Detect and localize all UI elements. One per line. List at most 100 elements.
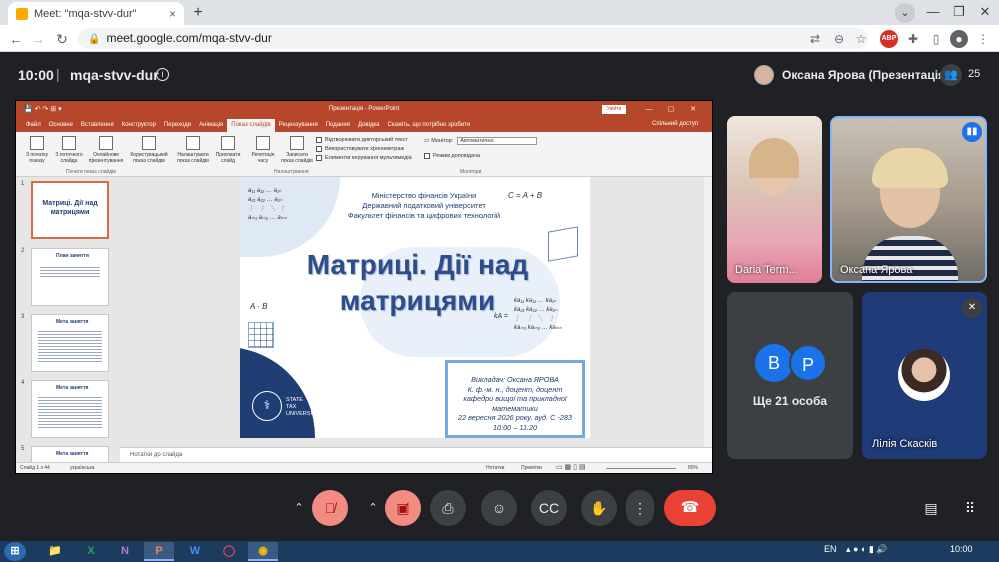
more-participants-tile[interactable]: В Р Ще 21 особа xyxy=(727,292,853,459)
thumb-lines xyxy=(40,265,100,279)
ribbon-from-beginning[interactable]: З початку показу xyxy=(20,136,54,172)
opera-icon[interactable]: ◯ xyxy=(214,542,244,561)
bookmark-star-icon[interactable]: ☆ xyxy=(852,30,870,48)
word-icon[interactable]: W xyxy=(180,542,210,561)
status-comments-button[interactable]: Примітки xyxy=(521,463,542,473)
chat-icon[interactable]: ▤ xyxy=(913,490,949,526)
ppt-maximize-icon[interactable]: ▢ xyxy=(664,104,678,115)
ppt-close-icon[interactable]: ✕ xyxy=(686,104,700,115)
video-options-chevron-icon[interactable]: ⌃ xyxy=(362,490,384,526)
ribbon-hide-slide[interactable]: Приховати слайд xyxy=(214,136,242,172)
menu-insert[interactable]: Вставлення xyxy=(77,119,118,132)
ribbon-from-current[interactable]: З поточного слайда xyxy=(52,136,86,172)
menu-animation[interactable]: Анімація xyxy=(195,119,227,132)
camera-off-button[interactable]: ▣̸ xyxy=(385,490,421,526)
profile-avatar-icon[interactable]: ● xyxy=(950,30,968,48)
new-tab-button[interactable]: + xyxy=(188,3,208,23)
back-arrow-icon[interactable]: ← xyxy=(6,29,26,49)
lecturer-line: К. ф.-м. н., доцент, доцент xyxy=(467,384,563,394)
chrome-menu-icon[interactable]: ⋮ xyxy=(974,30,992,48)
thumb-number: 2 xyxy=(21,248,25,254)
side-panel-icon[interactable]: ▯ xyxy=(927,30,945,48)
university-logo-emblem: ⚕ xyxy=(252,391,282,421)
leave-call-button[interactable]: ☎ xyxy=(664,490,716,526)
start-button-icon[interactable]: ⊞ xyxy=(4,542,26,561)
ppt-sign-in-button[interactable]: Увійти xyxy=(602,105,626,114)
tab-close-icon[interactable]: × xyxy=(169,7,176,21)
ribbon-setup-show[interactable]: Налаштувати показ слайдів xyxy=(174,136,212,172)
excel-icon[interactable]: X xyxy=(76,542,106,561)
menu-review[interactable]: Рецензування xyxy=(275,119,322,132)
browser-tab[interactable]: Meet: "mqa-stvv-dur" × xyxy=(8,2,184,25)
meeting-info-icon[interactable]: i xyxy=(156,68,169,81)
status-slide-count: Слайд 1 з 44 xyxy=(20,465,50,471)
zoom-slider[interactable] xyxy=(606,468,676,469)
ribbon-custom-show[interactable]: Користувацький показ слайдів xyxy=(128,136,170,172)
ribbon-group-monitors: Монітори xyxy=(460,169,482,175)
forward-arrow-icon[interactable]: → xyxy=(28,29,48,49)
tab-search-chevron-icon[interactable]: ⌄ xyxy=(895,3,915,23)
reload-icon[interactable]: ↻ xyxy=(52,29,72,49)
check-media-controls[interactable]: Елементи керування мультимедіа xyxy=(316,153,412,162)
canvas-scrollbar[interactable] xyxy=(704,177,712,447)
monitor-dropdown[interactable]: Автоматично xyxy=(457,137,538,145)
view-buttons-icon[interactable]: ▭ ▦ ▯ ▤ xyxy=(556,463,586,473)
onenote-icon[interactable]: N xyxy=(110,542,140,561)
activities-grid-icon[interactable]: ⠿ xyxy=(952,490,988,526)
language-indicator[interactable]: EN xyxy=(824,544,837,554)
ribbon-record-show[interactable]: Записати показ слайдів xyxy=(280,136,314,172)
taskbar-clock[interactable]: 10:00 xyxy=(950,544,973,554)
menu-file[interactable]: Файл xyxy=(22,119,45,132)
presenter-chip[interactable]: Оксана Ярова (Презентація) xyxy=(754,64,949,86)
zoom-icon[interactable]: ⊖ xyxy=(830,30,848,48)
maximize-button[interactable]: ❐ xyxy=(946,2,972,22)
chrome-icon[interactable]: ◉ xyxy=(248,542,278,561)
slide-thumbnail[interactable]: Мета заняття xyxy=(31,314,109,372)
status-language[interactable]: українська xyxy=(70,463,95,473)
tray-icons[interactable]: ▴ ● ◐ ▮ 🔊 xyxy=(846,544,888,555)
people-icon[interactable]: 👥 xyxy=(940,64,962,86)
menu-tell-me[interactable]: Скажіть, що потрібно зробити xyxy=(384,119,475,132)
slide-thumbnail[interactable]: Мета заняття xyxy=(31,446,109,462)
explorer-icon[interactable]: 📁 xyxy=(40,542,70,561)
captions-button[interactable]: CC xyxy=(531,490,567,526)
ppt-minimize-icon[interactable]: — xyxy=(642,104,656,115)
participant-tile-speaking[interactable]: ▮▮ Оксана Ярова xyxy=(830,116,987,283)
menu-slideshow[interactable]: Показ слайдів xyxy=(227,119,275,132)
reactions-button[interactable]: ☺ xyxy=(481,490,517,526)
present-screen-button[interactable]: ⎙ xyxy=(430,490,466,526)
menu-help[interactable]: Довідка xyxy=(354,119,384,132)
ppt-quick-access-icons[interactable]: 💾 ↶ ↷ ⊞ ▾ xyxy=(24,105,62,113)
address-bar[interactable]: 🔒 meet.google.com/mqa-stvv-dur xyxy=(78,28,868,49)
minimize-button[interactable]: — xyxy=(920,2,946,22)
extensions-puzzle-icon[interactable]: ✚ xyxy=(904,30,922,48)
more-options-button[interactable]: ⋮ xyxy=(626,490,654,526)
check-narration[interactable]: Відтворювати дикторський текст xyxy=(316,135,412,144)
mic-off-button[interactable]: 🎙̸ xyxy=(312,490,348,526)
menu-home[interactable]: Основне xyxy=(45,119,77,132)
monitor-select[interactable]: ▭ Монітор: Автоматично xyxy=(424,137,538,145)
meet-favicon xyxy=(16,7,28,20)
status-zoom[interactable]: 80% xyxy=(688,463,698,473)
slide-thumbnail[interactable]: План заняття xyxy=(31,248,109,306)
powerpoint-icon[interactable]: P xyxy=(144,542,174,561)
menu-transitions[interactable]: Переходи xyxy=(160,119,195,132)
check-timings[interactable]: Використовувати хронометраж xyxy=(316,144,412,153)
slide-thumbnail[interactable]: Матриці. Дії над матрицями xyxy=(31,181,109,239)
menu-view[interactable]: Подання xyxy=(322,119,354,132)
raise-hand-button[interactable]: ✋ xyxy=(581,490,617,526)
participant-tile[interactable]: Daria Term... xyxy=(727,116,822,283)
notes-pane[interactable]: Нотатки до слайда xyxy=(120,447,712,462)
slide-thumbnail[interactable]: Мета заняття xyxy=(31,380,109,438)
ribbon-present-online[interactable]: Онлайнове презентування xyxy=(86,136,126,172)
audio-options-chevron-icon[interactable]: ⌃ xyxy=(288,490,310,526)
menu-design[interactable]: Конструктор xyxy=(118,119,160,132)
ppt-share-button[interactable]: Спільний доступ xyxy=(652,121,698,127)
ribbon-rehearse-timings[interactable]: Репетиція часу xyxy=(248,136,278,172)
translate-icon[interactable]: ⇄ xyxy=(806,30,824,48)
adblock-icon[interactable]: ABP xyxy=(880,30,898,48)
status-notes-button[interactable]: Нотатки xyxy=(486,463,504,473)
participant-tile[interactable]: ✕ Лілія Скасків xyxy=(862,292,987,459)
check-presenter-view[interactable]: Режим доповідача xyxy=(424,151,480,160)
close-window-button[interactable]: ✕ xyxy=(972,2,998,22)
